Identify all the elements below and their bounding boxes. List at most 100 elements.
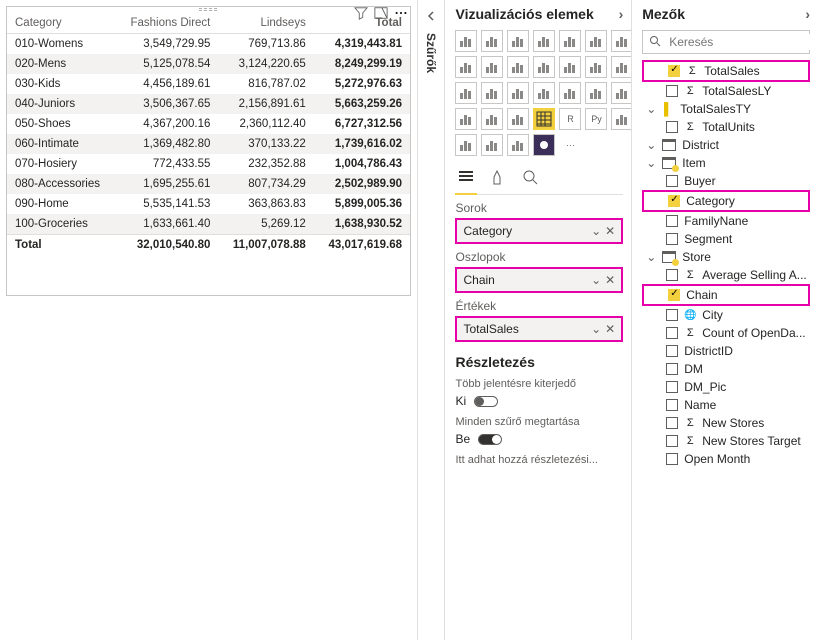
table-row[interactable]: 050-Shoes4,367,200.162,360,112.406,727,3… [7,114,410,134]
field-item[interactable]: Category [642,190,810,212]
field-item[interactable]: TotalSales [642,60,810,82]
checkbox[interactable] [666,309,678,321]
table-row[interactable]: 020-Mens5,125,078.543,124,220.658,249,29… [7,54,410,74]
table-row[interactable]: 080-Accessories1,695,255.61807,734.292,5… [7,174,410,194]
table-icon[interactable] [507,108,529,130]
drag-handle-icon[interactable] [199,8,219,12]
funnel-icon[interactable] [559,56,581,78]
checkbox[interactable] [666,363,678,375]
field-item[interactable]: New Stores [642,414,810,432]
field-item[interactable]: Buyer [642,172,810,190]
format-tab-icon[interactable] [487,166,509,188]
line-col-icon[interactable] [455,56,477,78]
chevron-down-icon[interactable]: ⌄ [646,102,656,116]
field-item[interactable]: Count of OpenDa... [642,324,810,342]
field-item[interactable]: Name [642,396,810,414]
filled-map-icon[interactable] [533,82,555,104]
chevron-down-icon[interactable]: ⌄ [591,224,601,238]
table-item[interactable]: ⌄Store [642,248,810,266]
field-item[interactable]: DM [642,360,810,378]
analytics-tab-icon[interactable] [519,166,541,188]
paginated-icon[interactable] [507,134,529,156]
field-item[interactable]: TotalSalesLY [642,82,810,100]
report-canvas[interactable]: Category Fashions Direct Lindseys Total … [0,0,417,640]
search-input[interactable] [667,34,818,50]
card-icon[interactable] [585,82,607,104]
kpi-icon[interactable] [455,108,477,130]
fields-tab-icon[interactable] [455,166,477,188]
checkbox[interactable] [666,345,678,357]
chevron-down-icon[interactable]: ⌄ [646,250,656,264]
checkbox[interactable] [668,195,680,207]
checkbox[interactable] [666,175,678,187]
chevron-right-icon[interactable]: › [619,6,624,22]
multi-card-icon[interactable] [611,82,631,104]
chevron-down-icon[interactable]: ⌄ [591,322,601,336]
powerbi-visual-icon[interactable] [533,134,555,156]
table-row[interactable]: 030-Kids4,456,189.61816,787.025,272,976.… [7,74,410,94]
remove-icon[interactable]: ✕ [605,322,615,336]
stacked-bar-icon[interactable] [455,30,477,52]
matrix-visual[interactable]: Category Fashions Direct Lindseys Total … [6,6,411,296]
remove-icon[interactable]: ✕ [605,224,615,238]
values-well[interactable]: TotalSales ⌄✕ [455,316,623,342]
rows-well[interactable]: Category ⌄✕ [455,218,623,244]
table-row[interactable]: 070-Hosiery772,433.55232,352.881,004,786… [7,154,410,174]
map-icon[interactable] [507,82,529,104]
line-icon[interactable] [559,30,581,52]
decomp-icon[interactable] [455,134,477,156]
field-item[interactable]: City [642,306,810,324]
checkbox[interactable] [666,399,678,411]
stacked-column-icon[interactable] [507,30,529,52]
field-item[interactable]: DistrictID [642,342,810,360]
chevron-down-icon[interactable]: ⌄ [646,138,656,152]
field-item[interactable]: DM_Pic [642,378,810,396]
checkbox[interactable] [666,233,678,245]
field-item[interactable]: Open Month [642,450,810,468]
clustered-bar-icon[interactable] [481,30,503,52]
matrix-icon[interactable] [533,108,555,130]
keep-filters-toggle[interactable] [478,434,502,445]
more-icon[interactable]: ··· [559,134,581,156]
checkbox[interactable] [668,289,680,301]
checkbox[interactable] [666,121,678,133]
field-item[interactable]: FamilyNane [642,212,810,230]
stacked-area-icon[interactable] [611,30,631,52]
remove-icon[interactable]: ✕ [605,273,615,287]
checkbox[interactable] [666,85,678,97]
gauge-icon[interactable] [559,82,581,104]
scatter-icon[interactable] [585,56,607,78]
field-item[interactable]: Segment [642,230,810,248]
python-icon[interactable]: Py [585,108,607,130]
treemap-icon[interactable] [481,82,503,104]
table-row[interactable]: 040-Juniors3,506,367.652,156,891.615,663… [7,94,410,114]
clustered-column-icon[interactable] [533,30,555,52]
checkbox[interactable] [666,453,678,465]
checkbox[interactable] [666,381,678,393]
col-header[interactable]: Fashions Direct [115,13,218,34]
more-options-icon[interactable] [394,6,408,23]
key-influencers-icon[interactable] [611,108,631,130]
focus-mode-icon[interactable] [374,6,388,23]
checkbox[interactable] [666,417,678,429]
field-item[interactable]: TotalUnits [642,118,810,136]
field-item[interactable]: Average Selling A... [642,266,810,284]
waterfall-icon[interactable] [533,56,555,78]
col-header[interactable]: Category [7,13,115,34]
checkbox[interactable] [666,327,678,339]
table-item[interactable]: ⌄District [642,136,810,154]
table-row[interactable]: 060-Intimate1,369,482.80370,133.221,739,… [7,134,410,154]
chevron-down-icon[interactable]: ⌄ [646,156,656,170]
slicer-icon[interactable] [481,108,503,130]
table-row[interactable]: 100-Groceries1,633,661.405,269.121,638,9… [7,214,410,235]
checkbox[interactable] [668,65,680,77]
expand-icon[interactable] [425,10,437,25]
cross-report-toggle[interactable] [474,396,498,407]
table-row[interactable]: 090-Home5,535,141.53363,863.835,899,005.… [7,194,410,214]
table-row[interactable]: 010-Womens3,549,729.95769,713.864,319,44… [7,34,410,55]
checkbox[interactable] [666,435,678,447]
ribbon-icon[interactable] [507,56,529,78]
qna-icon[interactable] [481,134,503,156]
checkbox[interactable] [666,269,678,281]
filter-icon[interactable] [354,6,368,23]
